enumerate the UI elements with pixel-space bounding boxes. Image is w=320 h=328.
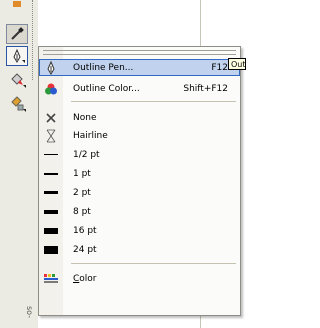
menu-item-shortcut: Shift+F12 <box>183 83 228 94</box>
eyedropper-icon <box>11 27 24 40</box>
menu-item-label: 24 pt <box>73 244 97 255</box>
menu-item-label: 8 pt <box>73 206 91 217</box>
tool-fill[interactable] <box>6 70 28 90</box>
menu-item-none[interactable]: None <box>39 109 240 126</box>
menu-item-label: None <box>73 112 97 123</box>
menu-item-label: 2 pt <box>73 187 91 198</box>
toolbox-grip[interactable] <box>32 0 35 80</box>
menu-tearoff-grip[interactable] <box>43 50 236 55</box>
color-label-rest: olor <box>79 273 97 284</box>
tooltip: Out <box>228 58 246 70</box>
toolbox: so- <box>0 0 38 328</box>
x-icon <box>39 109 63 126</box>
menu-item-2-pt[interactable]: 2 pt <box>39 184 240 201</box>
menu-item-label: Color <box>63 274 240 284</box>
line-8-icon <box>39 203 63 220</box>
menu-item-outline-color[interactable]: Outline Color... Shift+F12 <box>39 80 240 97</box>
menu-item-label: 1/2 pt <box>73 149 100 160</box>
menu-item-hairline[interactable]: Hairline <box>39 127 240 144</box>
line-24-icon <box>39 241 63 258</box>
menu-item-outline-pen[interactable]: Outline Pen... F12 <box>39 59 240 76</box>
color-docker-icon <box>39 270 63 287</box>
toolbox-bottom-label: so- <box>25 306 34 319</box>
line-1-icon <box>39 165 63 182</box>
tool-partial-icon <box>13 1 21 7</box>
tool-eyedropper[interactable] <box>6 24 28 44</box>
line-2-icon <box>39 184 63 201</box>
menu-item-label: 16 pt <box>73 225 97 236</box>
outline-pen-icon <box>39 59 63 76</box>
menu-item-half-pt[interactable]: 1/2 pt <box>39 146 240 163</box>
menu-item-24-pt[interactable]: 24 pt <box>39 241 240 258</box>
menu-item-1-pt[interactable]: 1 pt <box>39 165 240 182</box>
menu-item-16-pt[interactable]: 16 pt <box>39 222 240 239</box>
color-wheel-icon <box>39 80 63 97</box>
hairline-icon <box>39 127 63 144</box>
outline-flyout-menu: Outline Pen... F12 Outline Color... Shif… <box>38 46 241 316</box>
tool-top-partial[interactable] <box>6 0 28 12</box>
tool-outline-pen[interactable] <box>6 46 28 66</box>
menu-item-label: Outline Pen... <box>73 62 134 73</box>
menu-item-label: Outline Color... <box>73 83 140 94</box>
menu-separator <box>71 101 236 102</box>
tool-interactive-fill[interactable] <box>6 94 28 114</box>
menu-item-8-pt[interactable]: 8 pt <box>39 203 240 220</box>
menu-separator <box>71 263 236 264</box>
menu-item-color[interactable]: Color <box>39 270 240 287</box>
line-16-icon <box>39 222 63 239</box>
line-half-icon <box>39 146 63 163</box>
menu-item-label: Hairline <box>73 130 108 141</box>
menu-item-label: 1 pt <box>73 168 91 179</box>
